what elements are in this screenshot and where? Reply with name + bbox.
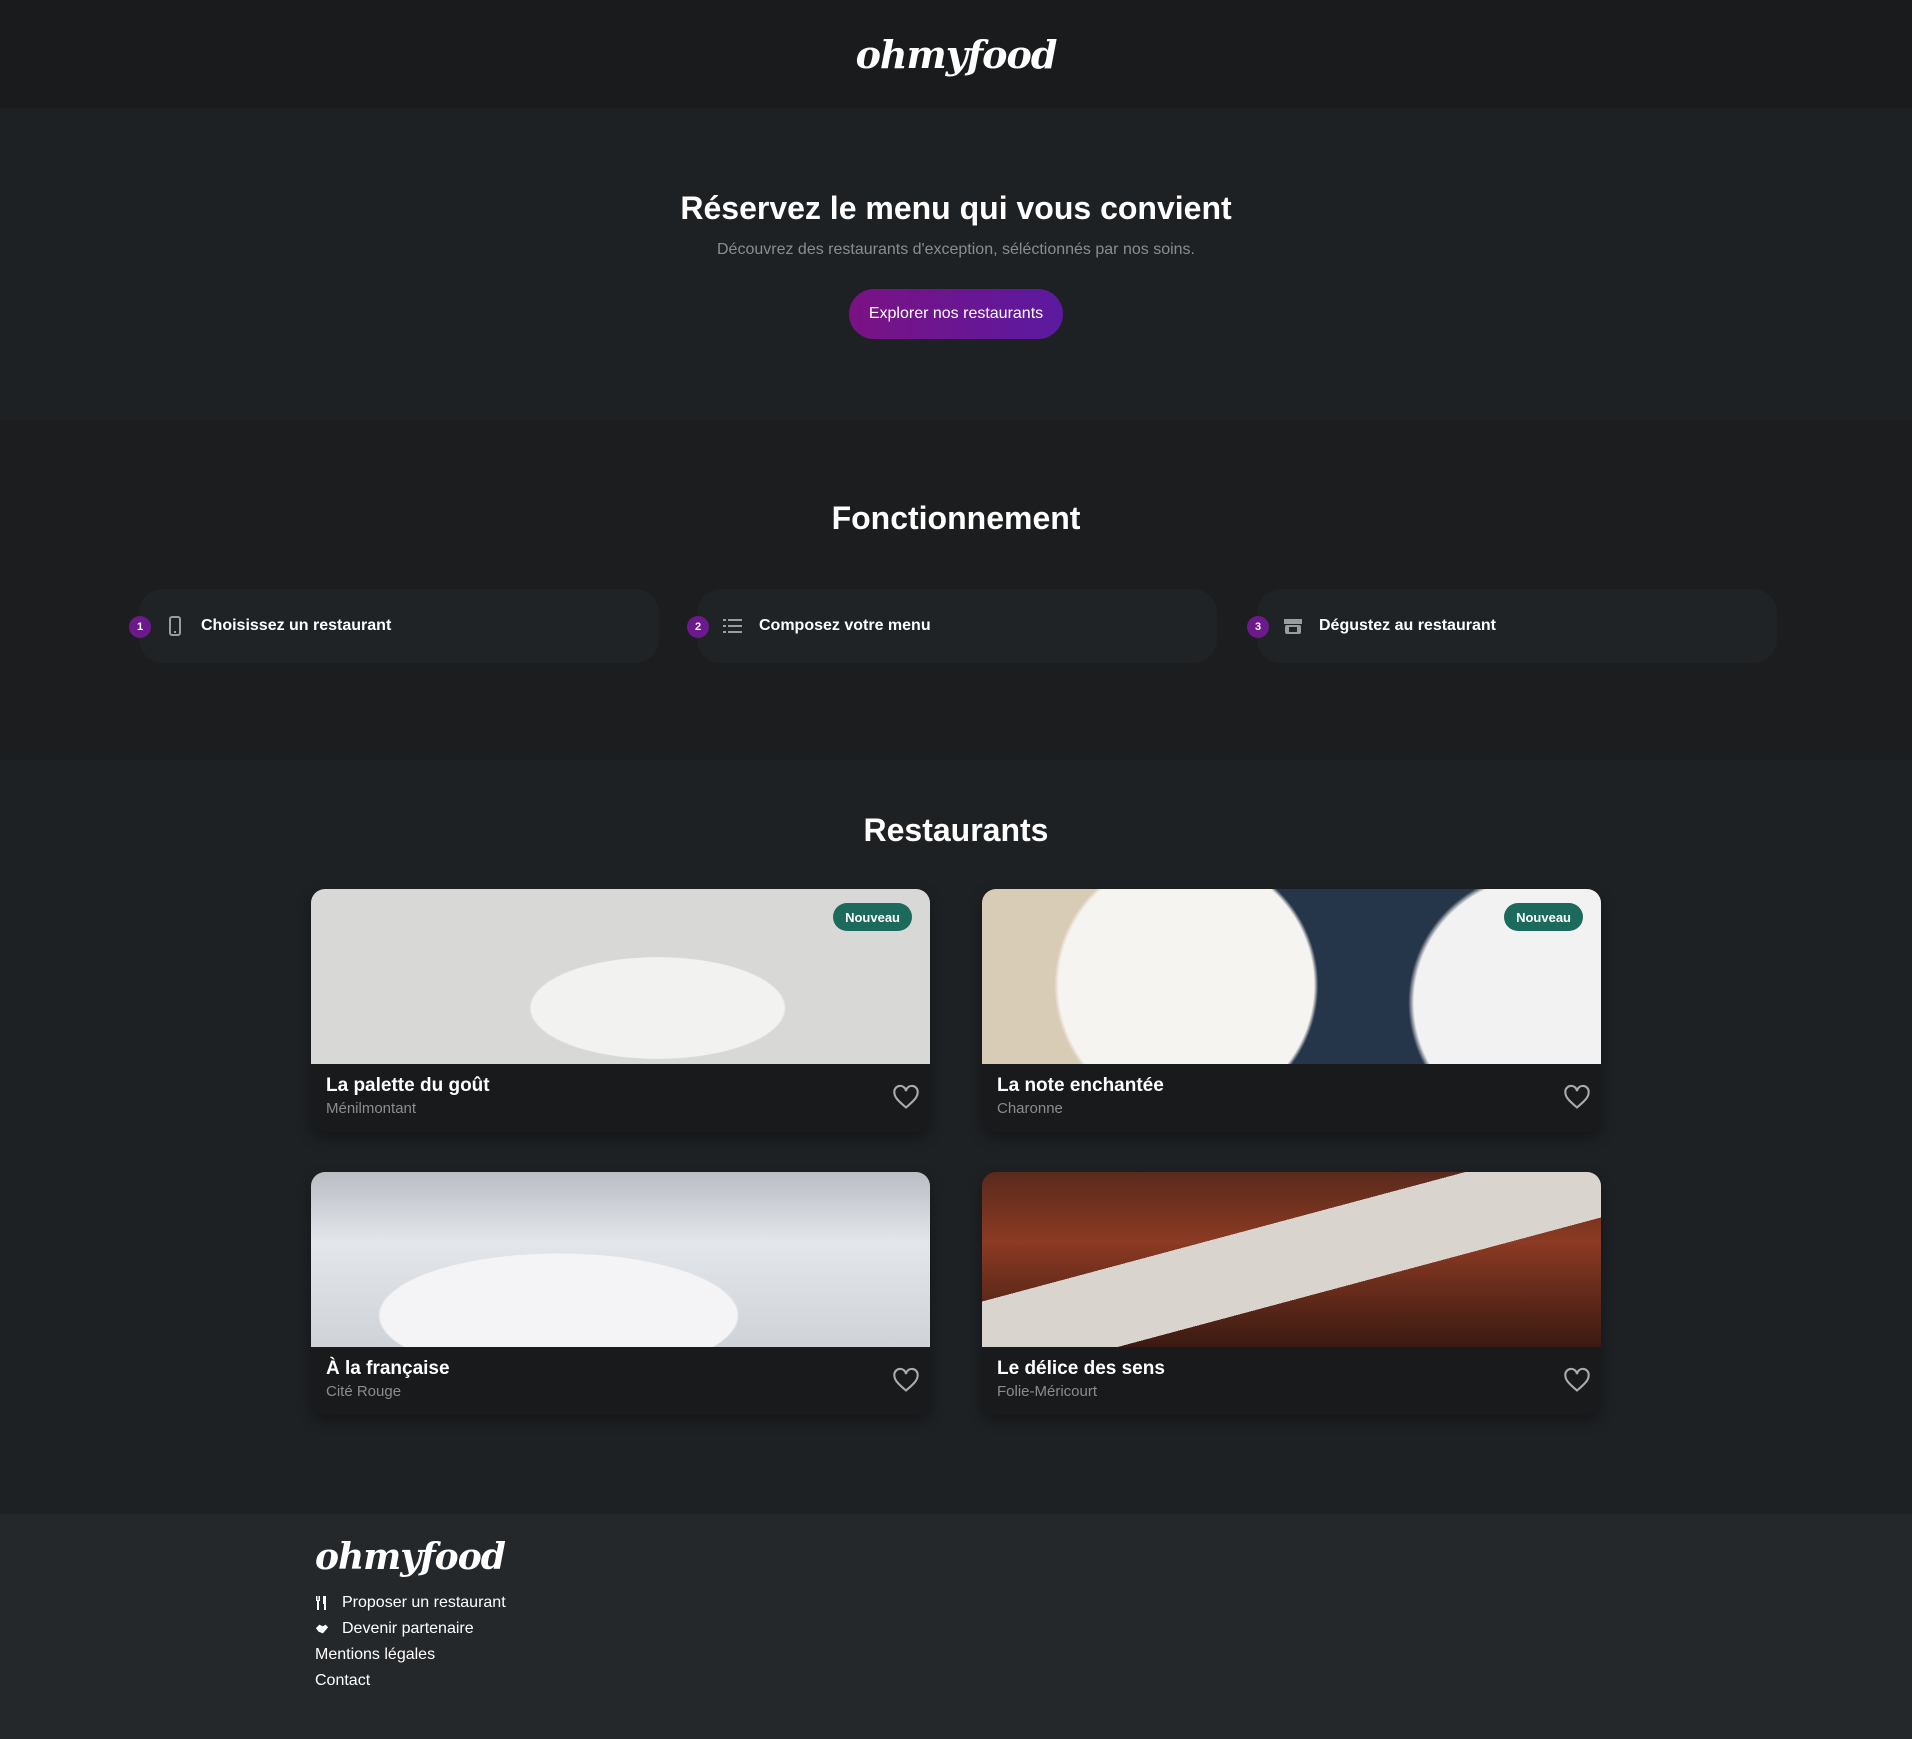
restaurant-name: À la française <box>326 1358 450 1379</box>
restaurant-name: Le délice des sens <box>997 1358 1165 1379</box>
step-label: Dégustez au restaurant <box>1319 617 1496 634</box>
restaurant-image: Nouveau <box>311 889 930 1064</box>
restaurant-location: Folie-Méricourt <box>997 1383 1098 1400</box>
footer-link-label: Proposer un restaurant <box>342 1594 506 1611</box>
restaurant-card[interactable]: À la française Cité Rouge <box>311 1172 930 1415</box>
hero-title: Réservez le menu qui vous convient <box>680 190 1232 226</box>
footer-link-partner[interactable]: Devenir partenaire <box>315 1616 1912 1642</box>
restaurant-image <box>982 1172 1601 1347</box>
footer-logo[interactable]: ohmyfood <box>315 1536 1912 1578</box>
step-number: 2 <box>687 616 709 638</box>
hero-subtitle: Découvrez des restaurants d'exception, s… <box>717 241 1195 258</box>
step-number: 3 <box>1247 616 1269 638</box>
list-icon <box>723 616 743 636</box>
heart-icon[interactable] <box>1563 1366 1591 1394</box>
store-icon <box>1283 616 1303 636</box>
site-header: ohmyfood <box>0 0 1912 108</box>
heart-icon[interactable] <box>1563 1083 1591 1111</box>
restaurant-card[interactable]: Le délice des sens Folie-Méricourt <box>982 1172 1601 1415</box>
restaurant-image: Nouveau <box>982 889 1601 1064</box>
handshake-icon <box>315 1622 329 1636</box>
new-badge: Nouveau <box>1504 903 1583 931</box>
restaurant-location: Cité Rouge <box>326 1383 402 1400</box>
footer-link-label: Devenir partenaire <box>342 1620 474 1637</box>
footer-link-propose-restaurant[interactable]: Proposer un restaurant <box>315 1590 1912 1616</box>
restaurant-location: Charonne <box>997 1100 1063 1117</box>
restaurants-section: Restaurants Nouveau La palette du goût M… <box>0 760 1912 1514</box>
hero-section: Réservez le menu qui vous convient Décou… <box>0 108 1912 420</box>
restaurant-name: La note enchantée <box>997 1075 1164 1096</box>
step-card-1: 1 Choisissez un restaurant <box>129 589 659 663</box>
site-footer: ohmyfood Proposer un restaurant Devenir … <box>0 1514 1912 1739</box>
footer-link-legal[interactable]: Mentions légales <box>315 1642 1912 1668</box>
restaurant-name: La palette du goût <box>326 1075 490 1096</box>
phone-icon <box>165 616 185 636</box>
utensils-icon <box>315 1596 329 1610</box>
step-label: Composez votre menu <box>759 617 931 634</box>
explore-restaurants-button[interactable]: Explorer nos restaurants <box>849 289 1063 339</box>
site-logo[interactable]: ohmyfood <box>856 32 1058 77</box>
step-number: 1 <box>129 616 151 638</box>
restaurant-location: Ménilmontant <box>326 1100 417 1117</box>
how-it-works-section: Fonctionnement 1 Choisissez un restauran… <box>0 420 1912 760</box>
restaurant-card[interactable]: Nouveau La note enchantée Charonne <box>982 889 1601 1132</box>
step-label: Choisissez un restaurant <box>201 617 392 634</box>
section-title: Fonctionnement <box>831 500 1081 536</box>
footer-link-contact[interactable]: Contact <box>315 1668 1912 1694</box>
restaurant-card[interactable]: Nouveau La palette du goût Ménilmontant <box>311 889 930 1132</box>
step-card-2: 2 Composez votre menu <box>687 589 1217 663</box>
section-title: Restaurants <box>863 812 1049 848</box>
new-badge: Nouveau <box>833 903 912 931</box>
heart-icon[interactable] <box>892 1366 920 1394</box>
restaurant-image <box>311 1172 930 1347</box>
step-card-3: 3 Dégustez au restaurant <box>1247 589 1777 663</box>
heart-icon[interactable] <box>892 1083 920 1111</box>
